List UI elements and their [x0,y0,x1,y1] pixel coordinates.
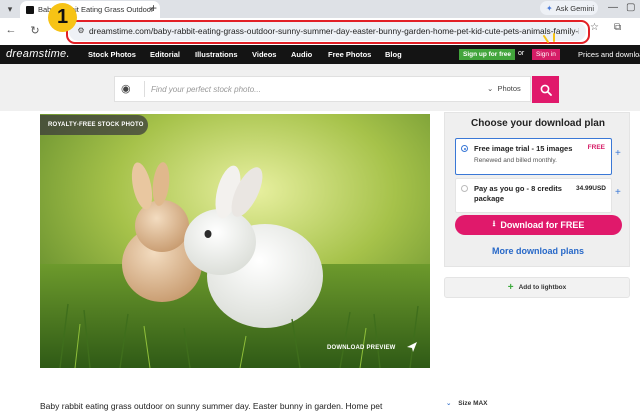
expand-free-trial-icon[interactable]: + [615,148,621,159]
sign-up-button[interactable]: Sign up for free [459,49,516,60]
address-bar-highlight [66,20,590,44]
free-trial-subtitle: Renewed and billed monthly. [474,157,557,164]
browser-tab[interactable]: Baby Rabbit Eating Grass Outdoor × [20,1,160,18]
gemini-sparkle-icon: ✦ [546,3,553,13]
prices-link[interactable]: Prices and download [578,50,640,59]
expand-pay-as-you-go-icon[interactable]: + [615,187,621,198]
more-download-plans-link[interactable]: More download plans [445,246,631,256]
plan-title: Choose your download plan [471,118,605,129]
nav-audio[interactable]: Audio [291,50,312,59]
search-box: ◉ ⌄ Photos [114,76,531,102]
ask-gemini-button[interactable]: ✦ Ask Gemini [540,1,598,15]
download-free-button[interactable]: ⭳ Download for FREE [455,215,622,235]
tab-menu-icon[interactable]: ▾ [4,3,16,15]
plus-icon: + [507,282,514,293]
rabbits-image [40,114,430,368]
search-type-label: Photos [497,84,521,93]
download-arrow-icon: ⭳ [492,219,496,228]
free-badge: FREE [587,144,605,151]
search-button[interactable] [532,76,559,103]
nav-editorial[interactable]: Editorial [150,50,180,59]
nav-blog[interactable]: Blog [385,50,402,59]
nav-stock-photos[interactable]: Stock Photos [88,50,136,59]
browser-tabstrip: ▾ Baby Rabbit Eating Grass Outdoor × + ✦… [0,0,640,18]
new-tab-button[interactable]: + [150,1,157,15]
nav-videos[interactable]: Videos [252,50,276,59]
back-icon[interactable]: ← [4,24,18,36]
nav-illustrations[interactable]: Illustrations [195,50,238,59]
plan-option-pay-as-you-go[interactable]: Pay as you go - 8 credits package 34.99U… [455,178,612,213]
maximize-icon[interactable]: ▢ [626,2,635,13]
size-selector[interactable]: ⌄ Size MAX [446,399,488,407]
or-label: or [518,50,525,57]
stock-photo[interactable] [40,114,430,368]
download-free-label: Download for FREE [500,220,585,230]
size-label: Size MAX [458,400,488,407]
bookmark-star-icon[interactable]: ☆ [590,22,599,33]
plan-option-free-trial[interactable]: Free image trial - 15 images Renewed and… [455,138,612,175]
refresh-icon[interactable]: ↻ [28,24,42,37]
sign-in-button[interactable]: Sign in [532,49,560,60]
search-icon [540,84,552,96]
minimize-icon[interactable]: — [608,2,618,13]
pay-as-you-go-radio[interactable] [461,185,468,192]
visual-search-eye-icon[interactable]: ◉ [121,82,131,95]
step-number-badge: 1 [48,3,77,32]
add-to-lightbox-label: Add to lightbox [518,284,567,291]
pay-as-you-go-title: Pay as you go - 8 credits package [474,184,562,203]
dreamstime-logo[interactable]: dreamstime. [6,48,70,60]
photo-caption: Baby rabbit eating grass outdoor on sunn… [40,401,383,411]
nav-free-photos[interactable]: Free Photos [328,50,371,59]
share-send-icon[interactable] [406,341,418,353]
royalty-free-badge: ROYALTY-FREE STOCK PHOTO [40,115,148,135]
free-trial-title: Free image trial - 15 images [474,144,573,153]
download-plan-panel: Choose your download plan Free image tri… [444,112,630,267]
chevron-down-icon: ⌄ [446,400,452,407]
site-nav: dreamstime. Stock Photos Editorial Illus… [0,45,640,64]
extensions-icon[interactable]: ⧉ [614,22,621,33]
pay-as-you-go-price: 34.99USD [576,185,606,192]
free-trial-radio[interactable] [461,145,468,152]
dreamstime-favicon-icon [26,5,34,14]
search-input[interactable] [151,82,471,97]
search-divider [144,81,145,97]
gemini-label: Ask Gemini [555,3,595,13]
search-type-select[interactable]: ⌄ Photos [487,84,521,93]
download-preview-link[interactable]: DOWNLOAD PREVIEW [327,345,396,351]
add-to-lightbox-button[interactable]: + Add to lightbox [444,277,630,298]
